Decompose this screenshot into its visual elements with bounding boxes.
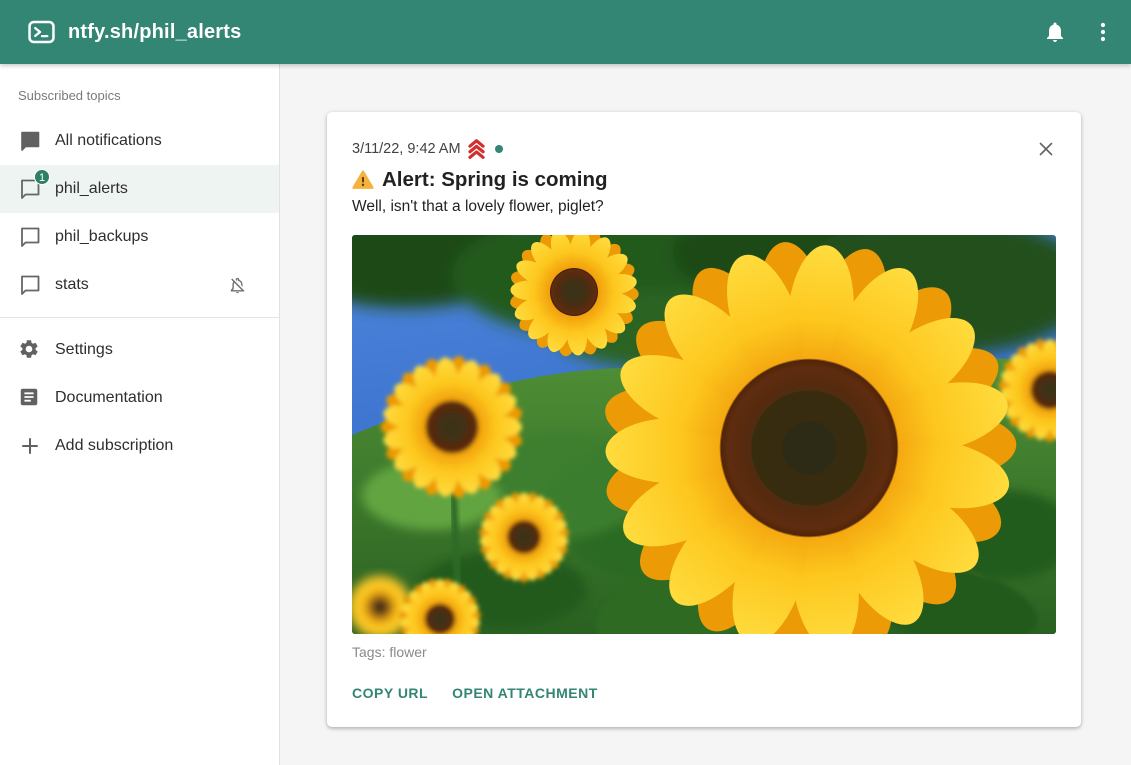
sidebar-item-phil-backups[interactable]: phil_backups	[0, 213, 279, 261]
copy-url-button[interactable]: COPY URL	[352, 685, 428, 701]
sidebar-item-label: All notifications	[55, 132, 162, 150]
priority-high-icon	[466, 138, 487, 159]
sidebar-item-add-subscription[interactable]: Add subscription	[0, 422, 279, 470]
open-attachment-button[interactable]: OPEN ATTACHMENT	[452, 685, 598, 701]
notifications-muted-icon	[227, 275, 248, 296]
sidebar-item-label: Add subscription	[55, 437, 173, 455]
close-notification-button[interactable]	[1035, 138, 1057, 160]
sidebar-item-documentation[interactable]: Documentation	[0, 374, 279, 422]
kebab-menu-icon	[1091, 20, 1115, 44]
chat-bubble-filled-icon	[18, 129, 42, 153]
sidebar: Subscribed topics All notifications 1 ph…	[0, 64, 280, 765]
sidebar-divider	[0, 317, 279, 318]
close-icon	[1035, 138, 1057, 160]
article-icon	[18, 386, 42, 410]
chat-bubble-outline-icon	[18, 225, 42, 249]
notification-message: Well, isn't that a lovely flower, piglet…	[352, 198, 1056, 216]
chat-bubble-outline-icon: 1	[18, 177, 42, 201]
notification-card: 3/11/22, 9:42 AM	[327, 112, 1081, 727]
chat-bubble-outline-icon	[18, 273, 42, 297]
gear-icon	[18, 338, 42, 362]
sidebar-item-label: phil_backups	[55, 228, 148, 246]
page-title: ntfy.sh/phil_alerts	[68, 21, 1043, 44]
attachment-image-sunflowers[interactable]	[352, 235, 1056, 634]
bell-icon	[1043, 20, 1067, 44]
sidebar-item-label: phil_alerts	[55, 180, 128, 198]
sidebar-item-label: stats	[55, 276, 89, 294]
sidebar-item-phil-alerts[interactable]: 1 phil_alerts	[0, 165, 279, 213]
ntfy-terminal-logo-icon	[28, 20, 55, 44]
warning-emoji-icon	[352, 169, 374, 191]
sidebar-item-label: Documentation	[55, 389, 163, 407]
overflow-menu-button[interactable]	[1091, 20, 1115, 44]
unread-dot-icon	[495, 145, 503, 153]
main-area: 3/11/22, 9:42 AM	[280, 64, 1131, 765]
notification-timestamp: 3/11/22, 9:42 AM	[352, 141, 461, 157]
sidebar-item-all-notifications[interactable]: All notifications	[0, 117, 279, 165]
subscribed-topics-label: Subscribed topics	[18, 88, 279, 103]
sidebar-item-settings[interactable]: Settings	[0, 326, 279, 374]
sidebar-item-label: Settings	[55, 341, 113, 359]
plus-icon	[18, 434, 42, 458]
notification-title: Alert: Spring is coming	[382, 168, 608, 192]
app-bar: ntfy.sh/phil_alerts	[0, 0, 1131, 64]
unread-count-badge: 1	[34, 169, 50, 185]
sidebar-item-stats[interactable]: stats	[0, 261, 279, 309]
notifications-bell-button[interactable]	[1043, 20, 1067, 44]
notification-tags: Tags: flower	[352, 644, 1056, 660]
